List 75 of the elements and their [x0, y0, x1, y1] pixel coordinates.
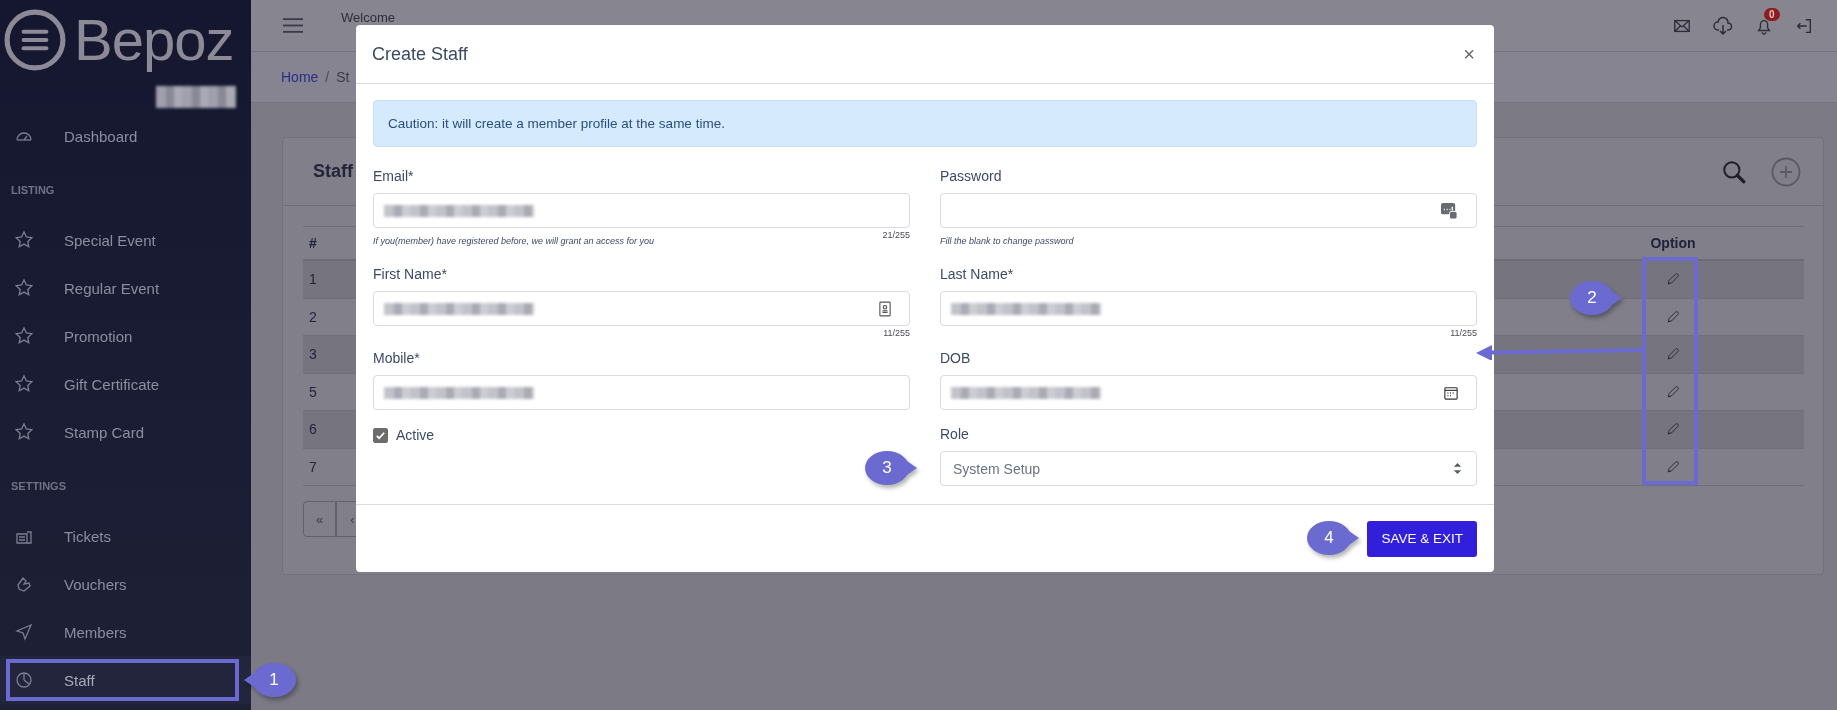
row-number: 7 — [308, 458, 318, 475]
pencil-icon[interactable] — [1665, 271, 1681, 288]
field-label: Last Name* — [940, 266, 1015, 282]
breadcrumb-separator: / — [325, 69, 330, 85]
field-label: Role — [940, 426, 970, 442]
calendar-icon — [1444, 385, 1458, 400]
sidebar-item[interactable]: Promotion — [0, 312, 251, 360]
star-icon — [14, 278, 34, 298]
sidebar-item[interactable]: Members — [0, 608, 251, 656]
checkbox-label: Active — [396, 427, 435, 443]
paper-plane-icon — [14, 622, 34, 642]
field-hint: Fill the blank to change password — [940, 236, 1074, 246]
sidebar-item[interactable]: Special Event — [0, 216, 251, 264]
row-number: 5 — [308, 383, 318, 400]
caution-alert: Caution: it will create a member profile at the same time. — [373, 100, 1477, 147]
active-checkbox[interactable] — [373, 427, 388, 443]
row-number: 2 — [308, 308, 318, 325]
star-icon — [14, 230, 34, 250]
pencil-icon[interactable] — [1665, 383, 1681, 400]
notification-count: 0 — [1764, 7, 1780, 21]
input-field[interactable] — [940, 291, 1477, 326]
field-label: Email* — [373, 168, 415, 184]
row-number: 6 — [308, 421, 318, 438]
input-field[interactable] — [373, 291, 910, 326]
sidebar-item[interactable]: Gift Certificate — [0, 360, 251, 408]
sidebar-item[interactable]: Regular Event — [0, 264, 251, 312]
field-label: Password — [940, 168, 1003, 184]
breadcrumb-link[interactable]: St — [336, 69, 350, 85]
field-label: First Name* — [373, 266, 448, 282]
row-number: 1 — [308, 271, 318, 288]
row-number: 3 — [308, 346, 318, 363]
search-icon[interactable] — [1721, 158, 1747, 185]
cloud-download-icon[interactable] — [1713, 15, 1733, 36]
field-hint: If you(member) have registered before, we will grant an access for you — [373, 236, 655, 246]
menu-icon[interactable] — [283, 18, 303, 33]
welcome-text: Welcome — [341, 10, 395, 25]
save-exit-button[interactable]: SAVE & EXIT — [1367, 520, 1477, 557]
pencil-icon[interactable] — [1665, 346, 1681, 363]
input-field[interactable] — [373, 375, 910, 410]
contact-card-icon — [879, 300, 891, 317]
input-field[interactable] — [373, 193, 910, 228]
add-icon[interactable] — [1771, 156, 1801, 187]
sidebar-item[interactable]: Stamp Card — [0, 408, 251, 456]
sidebar-section-heading: LISTING — [10, 183, 56, 198]
sidebar-item[interactable]: Dashboard — [0, 112, 251, 160]
field-label: DOB — [940, 350, 972, 366]
close-button[interactable]: × — [1461, 42, 1477, 66]
character-counter: 11/255 — [883, 328, 910, 338]
breadcrumb-link[interactable]: Home — [281, 69, 319, 85]
pencil-icon[interactable] — [1665, 308, 1681, 325]
logout-icon[interactable] — [1795, 16, 1813, 35]
input-field[interactable] — [940, 193, 1477, 228]
sidebar-item[interactable]: Vouchers — [0, 560, 251, 608]
keypad-icon — [1441, 202, 1458, 219]
checkmark-icon — [375, 429, 386, 441]
star-icon — [14, 326, 34, 346]
updown-caret-icon — [1453, 462, 1462, 475]
character-counter: 21/255 — [882, 230, 910, 240]
pie-chart-icon — [14, 670, 34, 690]
pencil-icon[interactable] — [1665, 421, 1681, 438]
column-header: # — [308, 235, 318, 251]
character-counter: 11/255 — [1450, 328, 1477, 338]
star-icon — [14, 422, 34, 442]
role-select[interactable]: System Setup — [940, 451, 1477, 486]
star-icon — [14, 374, 34, 394]
field-label: Mobile* — [373, 350, 421, 366]
card-title: Staff — [313, 161, 353, 182]
pencil-icon[interactable] — [1665, 458, 1681, 475]
input-field[interactable] — [940, 375, 1477, 410]
sidebar-section-heading: SETTINGS — [10, 479, 67, 494]
pagination-button[interactable]: « — [303, 501, 336, 537]
column-header: Option — [1649, 235, 1697, 251]
logo-icon — [4, 9, 66, 71]
dialog-title: Create Staff — [372, 43, 468, 65]
sidebar-item[interactable]: Tickets — [0, 512, 251, 560]
